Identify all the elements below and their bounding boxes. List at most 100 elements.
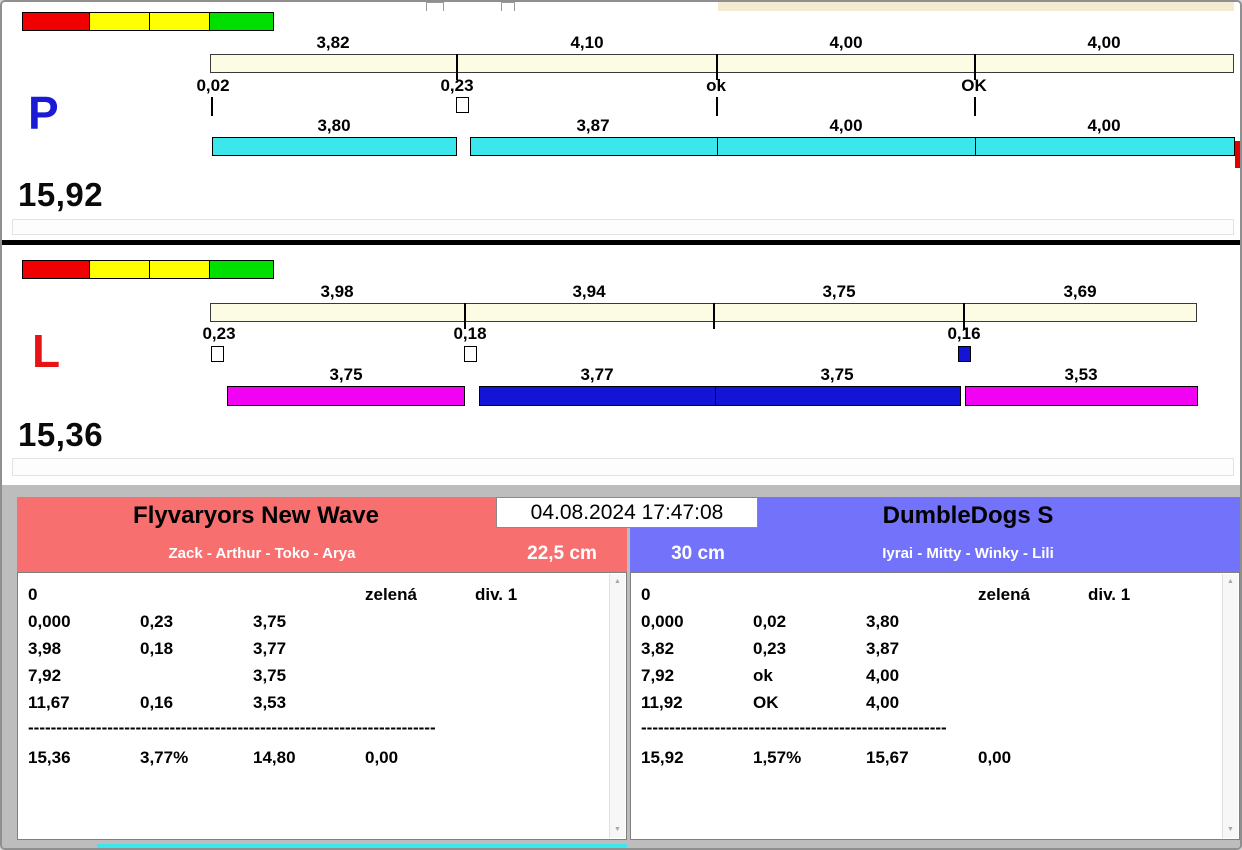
window-tab-stub[interactable] bbox=[501, 2, 515, 11]
table-row: 7,92 ok 4,00 bbox=[641, 662, 1216, 689]
cell bbox=[978, 608, 1088, 635]
lane-l-top-split: 3,75 bbox=[822, 282, 856, 301]
table-row: 3,82 0,23 3,87 bbox=[641, 635, 1216, 662]
lane-l-bottom-split: 3,75 bbox=[329, 365, 363, 384]
cell bbox=[475, 662, 603, 689]
tick-mark bbox=[716, 97, 718, 116]
red-light-segment bbox=[22, 12, 90, 31]
tick-mark bbox=[974, 97, 976, 116]
yellow-light-segment bbox=[149, 12, 210, 31]
lane-p-bottom-split: 3,87 bbox=[576, 116, 610, 135]
green-light-segment bbox=[209, 260, 274, 279]
separator-row: ----------------------------------------… bbox=[641, 716, 1216, 740]
lane-l-split-bar bbox=[479, 386, 716, 406]
cell: 3,77 bbox=[253, 638, 287, 658]
cell: 0,02 bbox=[753, 611, 787, 631]
window-tab-stub[interactable] bbox=[426, 2, 444, 11]
right-results-panel: 0 zelená div. 1 0,000 0,02 3,80 3,82 0,23 3,… bbox=[630, 572, 1240, 840]
lane-p-traffic-light bbox=[22, 12, 275, 31]
red-light-segment bbox=[22, 260, 90, 279]
right-jump-height: 30 cm bbox=[671, 543, 725, 564]
scrollbar[interactable]: ▲ ▼ bbox=[1222, 574, 1238, 838]
cell bbox=[1088, 662, 1216, 689]
scrollbar[interactable]: ▲ ▼ bbox=[609, 574, 625, 838]
right-team-dogs: Iyrai - Mitty - Winky - Lili bbox=[882, 545, 1054, 562]
lane-p-split-bar bbox=[212, 137, 457, 156]
table-row: 0 zelená div. 1 bbox=[641, 581, 1216, 608]
total-time: 15,36 bbox=[28, 748, 71, 767]
total-penalty: 0,00 bbox=[978, 748, 1012, 767]
lane-p-total-time: 15,92 bbox=[18, 176, 104, 213]
lane-p-checkpoint: OK bbox=[961, 76, 987, 95]
lane-p-top-split: 3,82 bbox=[316, 33, 350, 52]
cell: 3,82 bbox=[641, 638, 675, 658]
cell bbox=[475, 608, 603, 635]
separator-dashes: ----------------------------------------… bbox=[28, 718, 436, 737]
lane-p-status-strip bbox=[12, 219, 1234, 235]
cell: 0,23 bbox=[753, 638, 787, 658]
table-row: 7,92 3,75 bbox=[28, 662, 603, 689]
lane-l-top-split: 3,98 bbox=[320, 282, 354, 301]
scroll-up-icon[interactable]: ▲ bbox=[1223, 574, 1238, 590]
totals-row: 15,92 1,57% 15,67 0,00 bbox=[641, 740, 1216, 768]
lane-l-checkpoint: 0,16 bbox=[947, 324, 981, 343]
cell: 0,000 bbox=[641, 611, 684, 631]
left-team-dogs: Zack - Arthur - Toko - Arya bbox=[168, 545, 356, 562]
cell: 0,16 bbox=[140, 692, 174, 712]
cell bbox=[1088, 635, 1216, 662]
lane-l-split-bar bbox=[965, 386, 1198, 406]
datetime-display: 04.08.2024 17:47:08 bbox=[496, 497, 758, 528]
cell: 7,92 bbox=[641, 665, 675, 685]
lane-l-checkpoint: 0,23 bbox=[202, 324, 236, 343]
cell bbox=[475, 635, 603, 662]
lane-l-status-strip bbox=[12, 458, 1234, 476]
lane-p-top-split: 4,00 bbox=[1087, 33, 1121, 52]
lane-l-traffic-light bbox=[22, 260, 275, 279]
cell: 3,80 bbox=[866, 611, 900, 631]
lane-l-split-bar bbox=[715, 386, 961, 406]
lane-p-top-split: 4,00 bbox=[829, 33, 863, 52]
cell: 0,23 bbox=[140, 611, 174, 631]
lane-l-top-split: 3,94 bbox=[572, 282, 606, 301]
total-time: 15,92 bbox=[641, 748, 684, 767]
lead-value: 0 bbox=[641, 584, 651, 604]
cell bbox=[475, 740, 603, 768]
yellow-light-segment bbox=[149, 260, 210, 279]
lane-l-bottom-split: 3,75 bbox=[820, 365, 854, 384]
lane-p-checkpoint: 0,23 bbox=[440, 76, 474, 95]
cell: 11,67 bbox=[28, 692, 70, 712]
lane-l-bottom-split: 3,53 bbox=[1064, 365, 1098, 384]
lane-l-letter: L bbox=[32, 325, 61, 377]
title-strip bbox=[2, 2, 1240, 12]
scroll-up-icon[interactable]: ▲ bbox=[610, 574, 625, 590]
cell: 0,18 bbox=[140, 638, 174, 658]
lane-l-timeline-bar bbox=[210, 303, 1197, 322]
total-percent: 1,57% bbox=[753, 748, 802, 767]
total-percent: 3,77% bbox=[140, 748, 189, 767]
totals-row: 15,36 3,77% 14,80 0,00 bbox=[28, 740, 603, 768]
cell bbox=[978, 662, 1088, 689]
cell: 4,00 bbox=[866, 665, 900, 685]
title-strip-highlight bbox=[718, 2, 1234, 11]
red-marker bbox=[1235, 141, 1240, 168]
cell bbox=[1088, 740, 1216, 768]
checkbox-indicator bbox=[211, 346, 224, 362]
lane-l-top-split: 3,69 bbox=[1063, 282, 1097, 301]
table-row: 11,67 0,16 3,53 bbox=[28, 689, 603, 716]
lane-p-checkpoint: 0,02 bbox=[196, 76, 230, 95]
lane-p-bottom-split: 4,00 bbox=[1087, 116, 1121, 135]
cell bbox=[978, 635, 1088, 662]
total-penalty: 0,00 bbox=[365, 748, 399, 767]
tick-mark bbox=[211, 97, 213, 116]
lane-p-split-bar bbox=[717, 137, 976, 156]
lane-p-top-split: 4,10 bbox=[570, 33, 604, 52]
scroll-down-icon[interactable]: ▼ bbox=[610, 822, 625, 838]
cell: 3,75 bbox=[253, 665, 287, 685]
total-net: 14,80 bbox=[253, 748, 296, 767]
status-label: zelená bbox=[978, 584, 1030, 604]
total-net: 15,67 bbox=[866, 748, 909, 767]
lane-p-split-bar bbox=[470, 137, 718, 156]
cell: 11,92 bbox=[641, 692, 683, 712]
scroll-down-icon[interactable]: ▼ bbox=[1223, 822, 1238, 838]
tick-mark bbox=[713, 303, 715, 329]
